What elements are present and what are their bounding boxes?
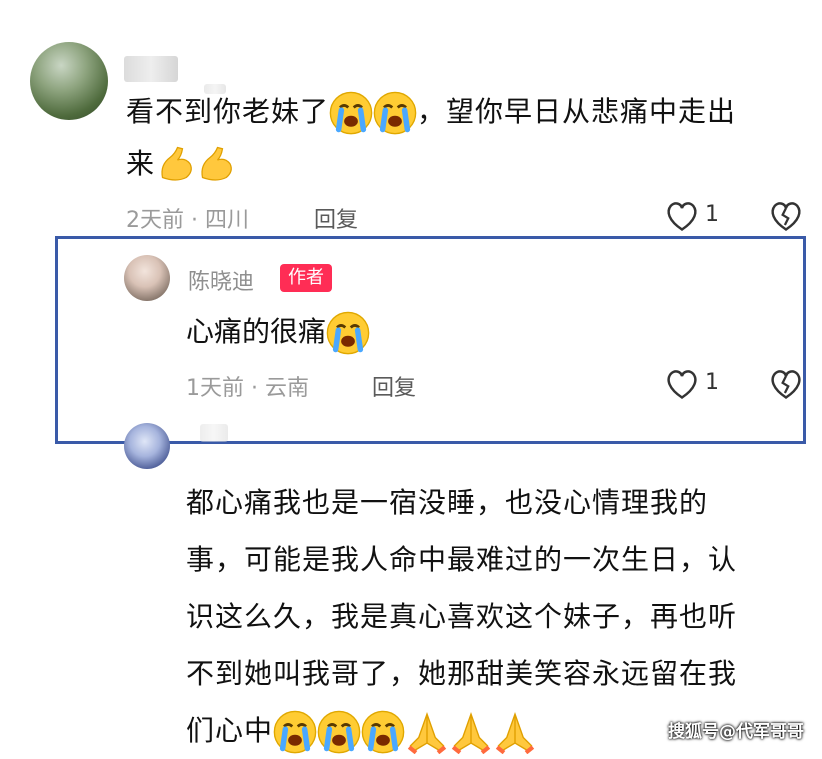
author-name[interactable]: 陈晓迪 — [188, 264, 254, 296]
broken-heart-icon[interactable] — [768, 366, 804, 402]
crying-face-icon — [361, 710, 405, 754]
reply-time-location: 1天前 · 云南 — [186, 376, 309, 401]
commenter-avatar[interactable] — [30, 42, 108, 120]
watermark: 搜狐号@代军哥哥 — [668, 722, 804, 742]
crying-face-icon — [317, 710, 361, 754]
comment-line: 识这么久，我是真心喜欢这个妹子，再也听 — [186, 600, 738, 633]
commenter-avatar[interactable] — [124, 423, 170, 469]
comment-text-part2: ，望你早日从悲痛中走出 — [417, 95, 737, 128]
comment-text-part1: 看不到你老妹了 — [126, 95, 330, 128]
folded-hands-icon — [449, 710, 493, 754]
comment-line: 都心痛我也是一宿没睡，也没心情理我的 — [186, 486, 709, 519]
comment-text-line2: 来 — [126, 147, 156, 180]
author-badge: 作者 — [280, 264, 332, 292]
comment-text: 看不到你老妹了 ，望你早日从悲痛中走出 来 — [126, 86, 816, 190]
reply-text-content: 心痛的很痛 — [186, 315, 327, 348]
folded-hands-icon — [493, 710, 537, 754]
crying-face-icon — [373, 91, 417, 135]
reply-button[interactable]: 回复 — [314, 202, 358, 234]
heart-outline-icon[interactable] — [664, 366, 700, 402]
comment-line: 们心中 — [186, 714, 274, 747]
flexed-biceps-icon — [201, 146, 232, 181]
comment-line: 不到她叫我哥了，她那甜美笑容永远留在我 — [186, 657, 738, 690]
commenter-name-blurred[interactable] — [200, 424, 228, 442]
crying-face-icon — [273, 710, 317, 754]
heart-outline-icon[interactable] — [664, 198, 700, 234]
folded-hands-icon — [405, 710, 449, 754]
like-count: 1 — [705, 370, 719, 395]
crying-face-icon — [329, 91, 373, 135]
comment-line: 事，可能是我人命中最难过的一次生日，认 — [186, 543, 738, 576]
like-count: 1 — [705, 202, 719, 227]
author-avatar[interactable] — [124, 255, 170, 301]
crying-face-icon — [326, 311, 370, 355]
commenter-name-blurred[interactable] — [124, 56, 178, 82]
reply-text: 心痛的很痛 — [186, 306, 370, 358]
reply-button[interactable]: 回复 — [372, 370, 416, 402]
flexed-biceps-icon — [161, 146, 192, 181]
comment-time-location: 2天前 · 四川 — [126, 208, 249, 233]
broken-heart-icon[interactable] — [768, 198, 804, 234]
